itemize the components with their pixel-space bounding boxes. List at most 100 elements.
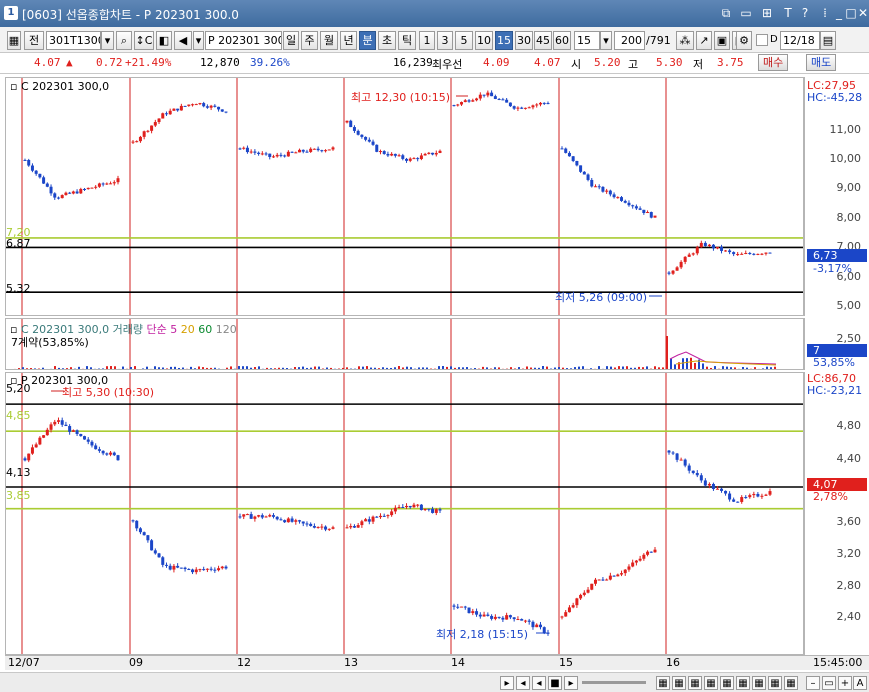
scroll-prev-icon[interactable]: ▸ <box>500 676 514 690</box>
candle-body <box>760 495 764 497</box>
period-day[interactable]: 일 <box>283 31 299 50</box>
candle-body <box>516 107 520 109</box>
restore-window-icon[interactable]: ▭ <box>739 5 753 21</box>
volume-bar <box>46 368 48 369</box>
interval-10[interactable]: 10 <box>475 31 493 50</box>
volume-panel[interactable]: ▫ C 202301 300,0 거래량 단순 5 20 60 120 7계약(… <box>5 318 804 370</box>
interval-60[interactable]: 60 <box>553 31 571 50</box>
buy-button[interactable]: 매수 <box>758 54 789 71</box>
call-put-toggle-icon[interactable]: ↕C <box>134 31 154 50</box>
zoom-bar-icon[interactable]: ▭ <box>822 676 836 690</box>
tool-a-icon[interactable]: ⁂ <box>676 31 694 50</box>
period-month[interactable]: 월 <box>320 31 338 50</box>
view-e-icon[interactable]: ▦ <box>720 676 734 690</box>
period-second[interactable]: 초 <box>378 31 396 50</box>
candle-body <box>194 569 198 573</box>
volume-bar <box>270 368 272 369</box>
candle-body <box>423 508 427 511</box>
view-f-icon[interactable]: ▦ <box>736 676 750 690</box>
volume-bar <box>570 368 572 369</box>
interval-3[interactable]: 3 <box>437 31 453 50</box>
candle-body <box>79 433 83 437</box>
scroll-back-icon[interactable]: ◂ <box>532 676 546 690</box>
candle-body <box>505 615 509 620</box>
item-dropdown-icon[interactable]: ▾ <box>193 31 204 50</box>
candle-body <box>138 136 142 142</box>
candle-body <box>642 554 646 559</box>
link-window-icon[interactable]: ⧉ <box>719 5 733 21</box>
interval-input[interactable]: 15 <box>574 31 600 50</box>
code-input[interactable]: 301T1300 <box>46 31 101 50</box>
volume-bar <box>550 368 552 369</box>
put-tick-2: 4,40 <box>836 452 862 465</box>
volume-bar <box>26 368 28 369</box>
help-icon[interactable]: ? <box>798 5 812 21</box>
count-input[interactable]: 200 <box>614 31 645 50</box>
font-size-icon[interactable]: T <box>781 5 795 21</box>
put-price-panel[interactable]: ▫ P 202301 300,0 5,20 4,85 4,13 3,85 최고 … <box>5 372 804 655</box>
menu-dots-icon[interactable]: ⁞ <box>818 5 832 21</box>
candle-body <box>83 436 87 440</box>
close-icon[interactable]: ✕ <box>856 5 869 21</box>
candle-body <box>371 516 375 522</box>
grid-menu-icon[interactable]: ▦ <box>7 31 21 50</box>
scroll-first-icon[interactable]: ◂ <box>516 676 530 690</box>
search-icon[interactable]: ⌕ <box>116 31 132 50</box>
interval-45[interactable]: 45 <box>534 31 552 50</box>
date-label-2: 09 <box>129 656 143 669</box>
scroll-forward-icon[interactable]: ▸ <box>564 676 578 690</box>
calendar-icon[interactable]: ▤ <box>820 31 836 50</box>
volume-bar <box>214 367 216 369</box>
candle-body <box>164 564 168 566</box>
market-select[interactable]: 전 <box>24 31 44 50</box>
view-b-icon[interactable]: ▦ <box>672 676 686 690</box>
view-g-icon[interactable]: ▦ <box>752 676 766 690</box>
date-checkbox[interactable] <box>756 34 768 46</box>
scroll-stop-icon[interactable]: ■ <box>548 676 562 690</box>
prev-item-icon[interactable]: ◀ <box>174 31 192 50</box>
volume-bar <box>222 368 224 369</box>
volume-bar <box>474 368 476 369</box>
interval-1[interactable]: 1 <box>419 31 435 50</box>
volume-bar <box>686 358 688 369</box>
period-year[interactable]: 년 <box>340 31 357 50</box>
interval-15[interactable]: 15 <box>495 31 513 50</box>
view-i-icon[interactable]: ▦ <box>784 676 798 690</box>
volume-bar <box>414 368 416 369</box>
view-c-icon[interactable]: ▦ <box>688 676 702 690</box>
scroll-bar[interactable]: ▸ ◂ ◂ ■ ▸ ▦ ▦ ▦ ▦ ▦ ▦ ▦ ▦ ▦ – ▭ + A <box>0 672 869 692</box>
settings-gear-icon[interactable]: ⚙ <box>736 31 752 50</box>
period-week[interactable]: 주 <box>301 31 318 50</box>
zoom-out-icon[interactable]: – <box>806 676 820 690</box>
layout-icon[interactable]: ⊞ <box>760 5 774 21</box>
palette-icon[interactable]: ◧ <box>156 31 172 50</box>
save-icon[interactable]: ▣ <box>714 31 730 50</box>
volume-bar <box>534 367 536 369</box>
period-tick[interactable]: 틱 <box>398 31 416 50</box>
volume-bar <box>194 368 196 369</box>
interval-30[interactable]: 30 <box>515 31 533 50</box>
zoom-in-icon[interactable]: + <box>838 676 852 690</box>
candle-body <box>312 526 316 528</box>
view-d-icon[interactable]: ▦ <box>704 676 718 690</box>
name-field[interactable]: P 202301 300 <box>205 31 282 50</box>
call-price-panel[interactable]: ▫ C 202301 300,0 7,20 6,87 5,32 최고 12,30… <box>5 77 804 316</box>
tool-b-icon[interactable]: ↗ <box>696 31 712 50</box>
sell-button[interactable]: 매도 <box>806 54 837 71</box>
candle-body <box>290 151 294 153</box>
candle-body <box>205 106 209 108</box>
interval-dropdown-icon[interactable]: ▾ <box>600 31 612 50</box>
candle-body <box>68 426 72 432</box>
view-a-icon[interactable]: ▦ <box>656 676 670 690</box>
interval-5[interactable]: 5 <box>455 31 473 50</box>
candle-body <box>264 516 268 518</box>
zoom-slider[interactable] <box>582 681 646 684</box>
date-input[interactable]: 12/18 <box>780 31 820 50</box>
candle-body <box>386 153 390 156</box>
view-h-icon[interactable]: ▦ <box>768 676 782 690</box>
volume-bar <box>754 367 756 369</box>
candle-body <box>75 191 79 194</box>
code-dropdown-icon[interactable]: ▾ <box>101 31 114 50</box>
period-minute[interactable]: 분 <box>359 31 376 50</box>
text-tool-icon[interactable]: A <box>853 676 867 690</box>
